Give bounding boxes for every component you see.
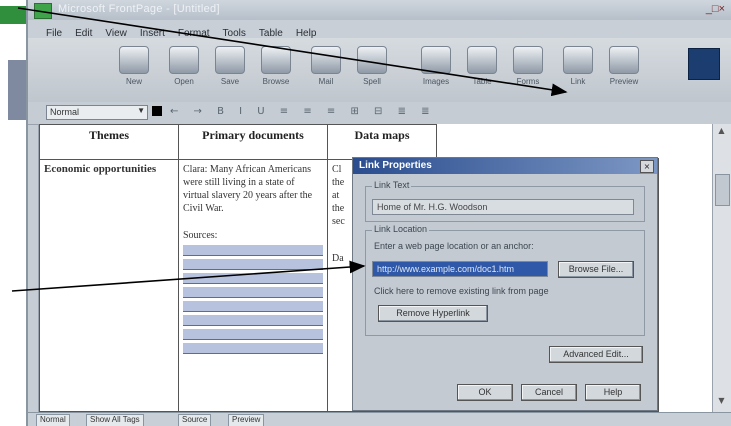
hyperlink-line[interactable]	[183, 343, 323, 354]
scroll-thumb[interactable]	[715, 174, 730, 206]
menu-bar: File Edit View Insert Format Tools Table…	[28, 20, 731, 39]
link-location-label: Link Location	[372, 224, 430, 234]
format-buttons[interactable]: ← → B I U ≡ ≡ ≡ ⊞ ⊟ ≣ ≣	[170, 106, 436, 117]
link-icon	[563, 46, 593, 74]
window-title: Microsoft FrontPage - [Untitled]	[58, 3, 220, 15]
preview-button[interactable]: Preview	[602, 44, 646, 94]
hyperlink-line[interactable]	[183, 259, 323, 270]
app-logo-icon	[688, 48, 720, 80]
mail-icon	[311, 46, 341, 74]
link-properties-dialog: Link Properties × Link Text Home of Mr. …	[352, 157, 658, 411]
images-button[interactable]: Images	[414, 44, 458, 94]
close-icon[interactable]: ×	[640, 160, 654, 173]
style-select[interactable]: Normal ▼	[46, 105, 148, 120]
spell-icon	[357, 46, 387, 74]
globe-icon	[261, 46, 291, 74]
tab-show-all-tags[interactable]: Show All Tags	[86, 414, 144, 426]
image-icon	[421, 46, 451, 74]
primary-cell[interactable]: Clara: Many African Americans were still…	[178, 159, 328, 412]
browse-button[interactable]: Browse	[254, 44, 298, 94]
primary-text: Clara: Many African Americans were still…	[183, 164, 313, 214]
tab-normal[interactable]: Normal	[36, 414, 70, 426]
green-marker	[0, 6, 26, 24]
side-panel-edge	[8, 60, 26, 120]
browse-file-button[interactable]: Browse File...	[558, 261, 634, 278]
new-button[interactable]: New	[112, 44, 156, 94]
dialog-title-bar: Link Properties ×	[353, 158, 657, 174]
window-controls[interactable]: _□×	[706, 3, 725, 15]
sources-label: Sources:	[183, 230, 218, 241]
table-button[interactable]: Table	[460, 44, 504, 94]
dialog-title: Link Properties	[359, 160, 432, 171]
theme-text: Economic opportunities	[44, 163, 157, 175]
header-themes: Themes	[39, 124, 179, 160]
tab-preview[interactable]: Preview	[228, 414, 265, 426]
scroll-up-icon[interactable]: ▲	[715, 126, 728, 138]
save-icon	[215, 46, 245, 74]
advanced-edit-button[interactable]: Advanced Edit...	[549, 346, 643, 363]
format-toolbar: Normal ▼ ← → B I U ≡ ≡ ≡ ⊞ ⊟ ≣ ≣	[28, 102, 731, 125]
view-tabs: Normal Show All Tags Source Preview	[28, 412, 731, 426]
hyperlink-line[interactable]	[183, 287, 323, 298]
header-primary-documents: Primary documents	[178, 124, 328, 160]
hyperlink-line[interactable]	[183, 301, 323, 312]
link-location-group: Link Location Enter a web page location …	[365, 224, 645, 336]
form-icon	[513, 46, 543, 74]
link-text-label: Link Text	[372, 180, 412, 190]
open-folder-icon	[169, 46, 199, 74]
new-page-icon	[119, 46, 149, 74]
title-bar: Microsoft FrontPage - [Untitled] _□×	[28, 0, 731, 20]
location-instruction: Enter a web page location or an anchor:	[374, 241, 534, 251]
open-button[interactable]: Open	[162, 44, 206, 94]
header-data-maps: Data maps	[327, 124, 437, 160]
table-icon	[467, 46, 497, 74]
main-toolbar: New Open Save Browse Mail Spell Images T…	[28, 38, 731, 103]
theme-cell[interactable]: Economic opportunities	[39, 159, 179, 412]
hyperlink-line[interactable]	[183, 245, 323, 256]
link-button[interactable]: Link	[556, 44, 600, 94]
location-input[interactable]: http://www.example.com/doc1.htm	[372, 261, 548, 277]
vertical-scrollbar[interactable]: ▲ ▼	[712, 124, 731, 412]
link-text-group: Link Text Home of Mr. H.G. Woodson	[365, 180, 645, 222]
hyperlink-line[interactable]	[183, 273, 323, 284]
spell-button[interactable]: Spell	[350, 44, 394, 94]
mail-button[interactable]: Mail	[304, 44, 348, 94]
forms-button[interactable]: Forms	[506, 44, 550, 94]
preview-icon	[609, 46, 639, 74]
remove-link-note: Click here to remove existing link from …	[374, 286, 549, 296]
hyperlink-line[interactable]	[183, 329, 323, 340]
scroll-down-icon[interactable]: ▼	[715, 396, 728, 408]
hyperlink-line[interactable]	[183, 315, 323, 326]
cancel-button[interactable]: Cancel	[521, 384, 577, 401]
help-button[interactable]: Help	[585, 384, 641, 401]
chevron-down-icon: ▼	[137, 106, 145, 115]
remove-hyperlink-button[interactable]: Remove Hyperlink	[378, 305, 488, 322]
save-button[interactable]: Save	[208, 44, 252, 94]
app-icon	[34, 3, 52, 19]
tab-source[interactable]: Source	[178, 414, 212, 426]
link-text-field[interactable]: Home of Mr. H.G. Woodson	[372, 199, 634, 215]
style-select-value: Normal	[50, 107, 80, 117]
ok-button[interactable]: OK	[457, 384, 513, 401]
left-margin	[0, 0, 26, 426]
font-color-icon[interactable]	[152, 106, 162, 116]
